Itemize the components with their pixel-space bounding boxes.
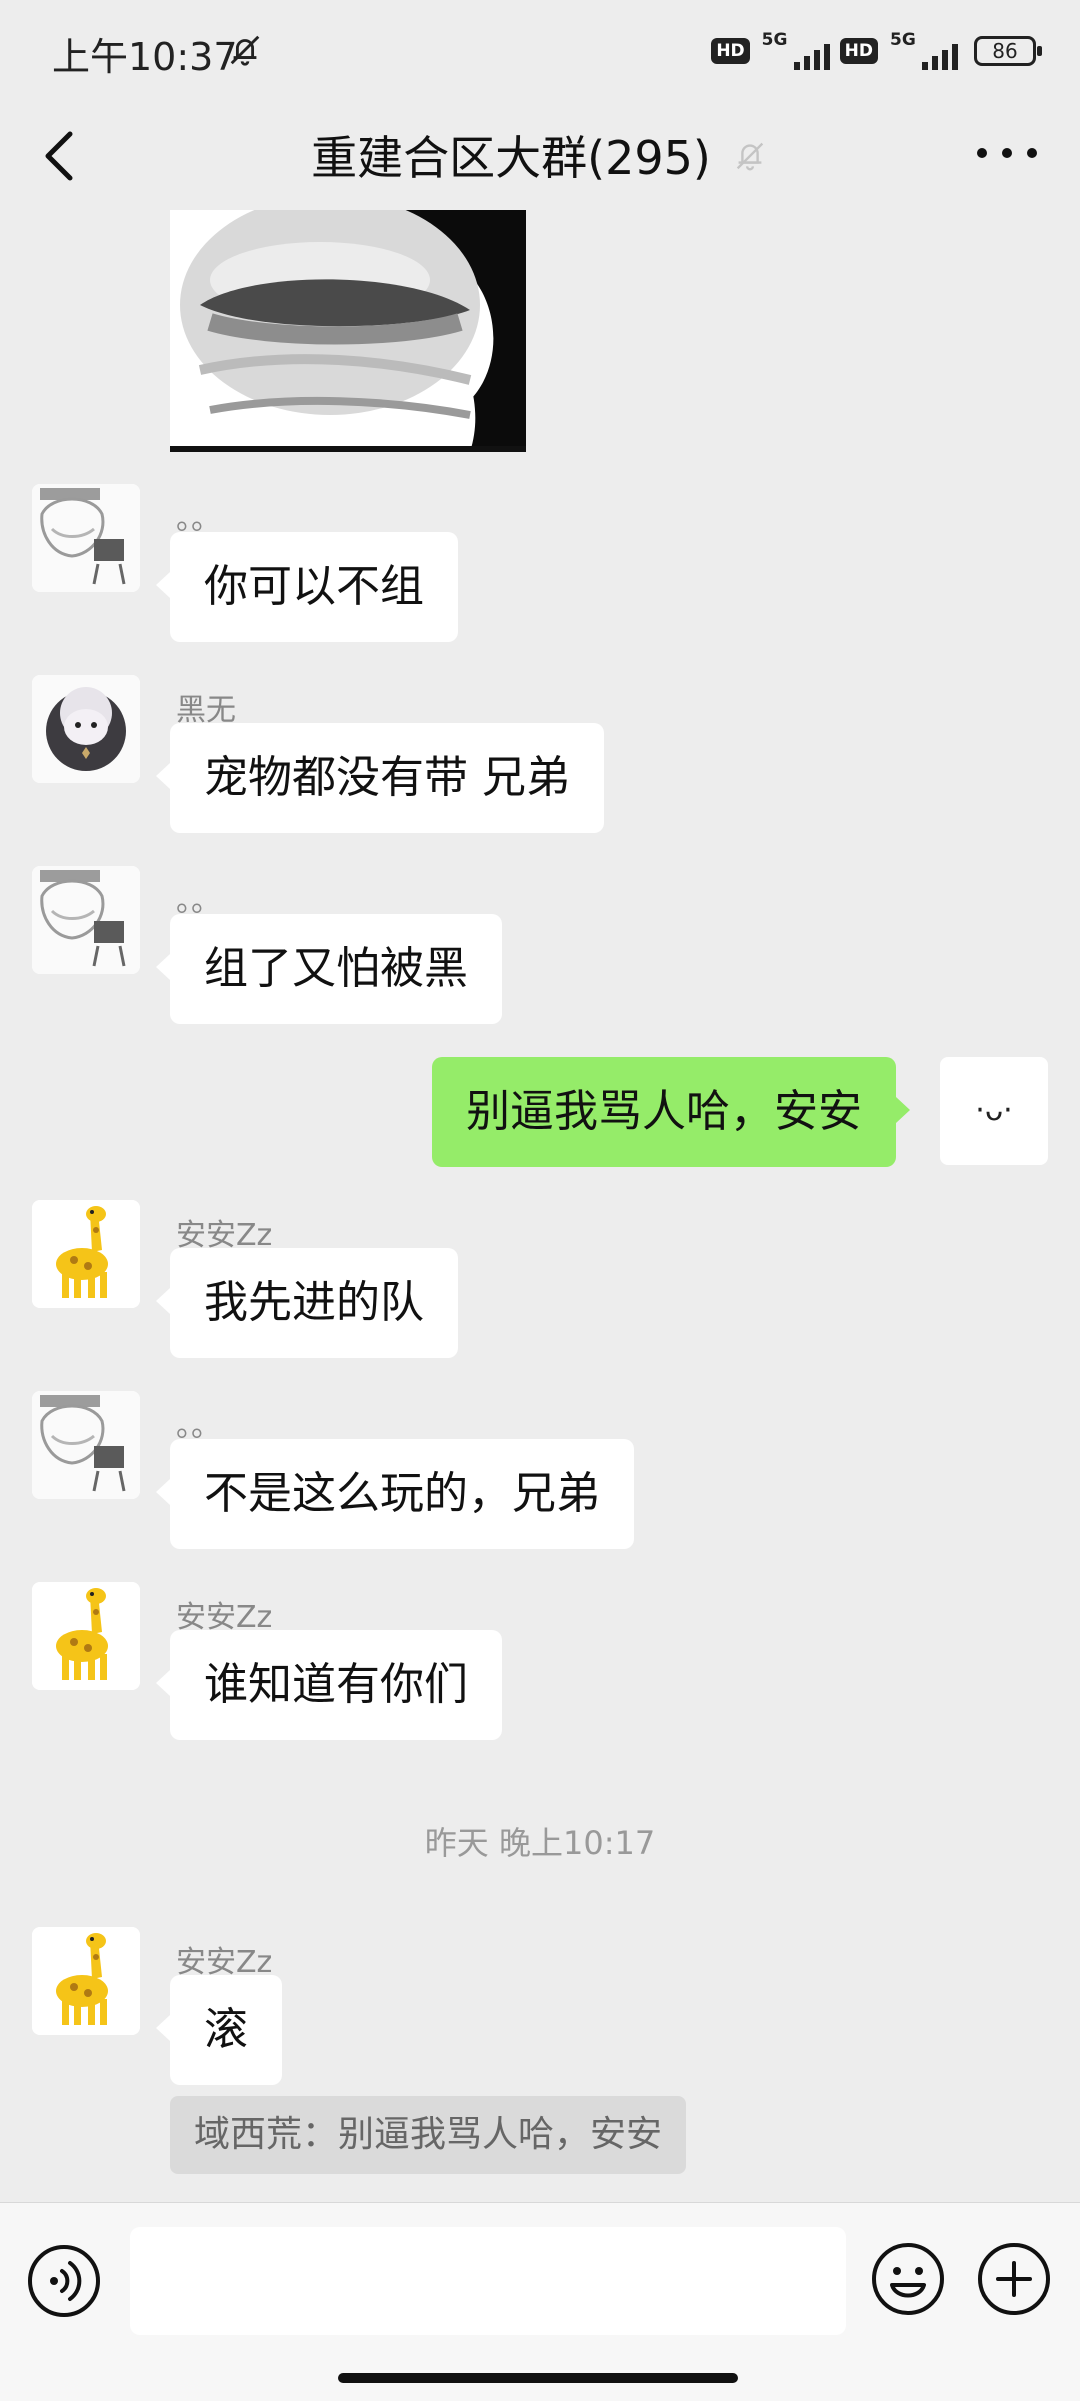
avatar[interactable]	[32, 1582, 140, 1690]
message-bubble[interactable]: 宠物都没有带 兄弟	[156, 723, 604, 833]
message-bubble[interactable]: 谁知道有你们	[156, 1630, 502, 1740]
message-bubble[interactable]: 组了又怕被黑	[156, 914, 502, 1024]
battery-icon: 86	[974, 36, 1042, 66]
bell-off-icon	[736, 142, 764, 171]
signal-icon: 5G	[760, 30, 830, 72]
chat-area[interactable]: 。。 你可以不组 黑无 宠物都没有带 兄弟 。。 组了又怕被黑 别逼我骂人哈，安…	[0, 210, 1080, 2202]
signal-icon: 5G	[888, 30, 958, 72]
avatar[interactable]	[32, 1200, 140, 1308]
voice-icon[interactable]	[26, 2243, 102, 2319]
status-time: 上午10:37	[52, 35, 238, 79]
chat-title[interactable]: 重建合区大群(295)	[311, 122, 711, 188]
hd-badge: HD	[839, 38, 878, 64]
message-bubble[interactable]: 我先进的队	[156, 1248, 458, 1358]
plus-icon[interactable]	[976, 2241, 1052, 2317]
battery-level: 86	[992, 39, 1018, 63]
home-indicator[interactable]	[338, 2373, 738, 2383]
self-avatar[interactable]: ·ᴗ·	[940, 1057, 1048, 1165]
nav-bar: 重建合区大群(295)	[0, 100, 1080, 210]
hd-badge: HD	[711, 38, 750, 64]
timestamp: 昨天 晚上10:17	[424, 1824, 656, 1862]
self-message-bubble[interactable]: 别逼我骂人哈，安安	[432, 1057, 910, 1167]
quoted-message[interactable]: 域西荒：别逼我骂人哈，安安	[170, 2096, 687, 2174]
chevron-left-icon[interactable]	[36, 126, 86, 186]
avatar[interactable]	[32, 484, 140, 592]
avatar[interactable]	[32, 866, 140, 974]
more-dots-icon[interactable]	[972, 138, 1042, 168]
status-bar: 上午10:37 HD 5G HD 5G 86	[0, 0, 1080, 100]
status-icons: HD 5G HD 5G 86	[711, 28, 1042, 74]
sticker-image[interactable]	[170, 210, 526, 452]
avatar[interactable]	[32, 1391, 140, 1499]
avatar[interactable]	[32, 1927, 140, 2035]
avatar[interactable]	[32, 675, 140, 783]
bell-off-icon	[230, 35, 260, 66]
message-input[interactable]	[130, 2227, 846, 2335]
input-bar	[0, 2202, 1080, 2401]
emoji-icon[interactable]	[870, 2241, 946, 2317]
message-bubble[interactable]: 不是这么玩的，兄弟	[156, 1439, 634, 1549]
message-bubble[interactable]: 滚	[156, 1975, 282, 2085]
message-bubble[interactable]: 你可以不组	[156, 532, 458, 642]
